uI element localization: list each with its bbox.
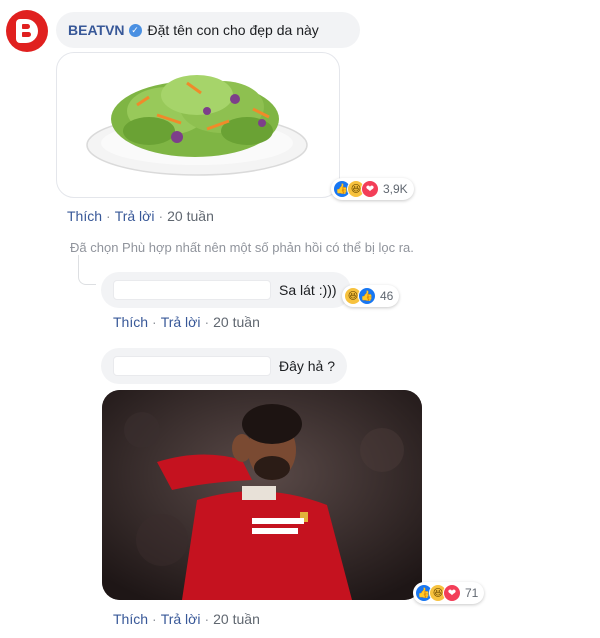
- comment-text: Đặt tên con cho đẹp da này: [147, 22, 319, 38]
- reply-actions: Thích · Trả lời · 20 tuần: [113, 611, 260, 627]
- reply-link[interactable]: Trả lời: [161, 611, 201, 627]
- reply-reactions[interactable]: 👍 😆 ❤ 71: [413, 582, 485, 604]
- redacted-name: [113, 280, 271, 300]
- reply-link[interactable]: Trả lời: [161, 314, 201, 330]
- reply-text: Đây hả ?: [278, 358, 336, 374]
- like-link[interactable]: Thích: [67, 208, 102, 224]
- like-icon: 👍: [358, 287, 376, 305]
- comment-author[interactable]: BEATVN: [68, 22, 125, 38]
- page-avatar[interactable]: [6, 10, 48, 52]
- thread-connector: [78, 255, 96, 285]
- salad-photo[interactable]: [56, 52, 340, 198]
- post-actions: Thích · Trả lời · 20 tuần: [67, 208, 214, 224]
- reply-actions: Thích · Trả lời · 20 tuần: [113, 314, 260, 330]
- reply-link[interactable]: Trả lời: [115, 208, 155, 224]
- timestamp[interactable]: 20 tuần: [213, 611, 260, 627]
- filter-notice: Đã chọn Phù hợp nhất nên một số phản hồi…: [70, 240, 414, 255]
- like-link[interactable]: Thích: [113, 611, 148, 627]
- player-photo[interactable]: [102, 390, 422, 600]
- reaction-count: 71: [465, 586, 479, 600]
- salad-image: [86, 75, 308, 176]
- reply-bubble: Đây hả ?: [101, 348, 347, 384]
- verified-badge-icon: ✓: [128, 23, 142, 37]
- reply-reactions[interactable]: 😆 👍 46: [342, 285, 400, 307]
- love-icon: ❤: [361, 180, 379, 198]
- reply-text: Sa lát :))): [279, 282, 337, 298]
- redacted-name: [113, 356, 271, 376]
- reaction-count: 3,9K: [383, 182, 408, 196]
- reaction-count: 46: [380, 289, 394, 303]
- player-image: [102, 390, 422, 600]
- post-reactions[interactable]: 👍 😆 ❤ 3,9K: [331, 178, 414, 200]
- love-icon: ❤: [443, 584, 461, 602]
- reply-bubble: Sa lát :))): [101, 272, 351, 308]
- timestamp[interactable]: 20 tuần: [167, 208, 214, 224]
- timestamp[interactable]: 20 tuần: [213, 314, 260, 330]
- beatvn-logo-icon: [16, 19, 38, 43]
- like-link[interactable]: Thích: [113, 314, 148, 330]
- main-comment-bubble: BEATVN ✓ Đặt tên con cho đẹp da này: [56, 12, 360, 48]
